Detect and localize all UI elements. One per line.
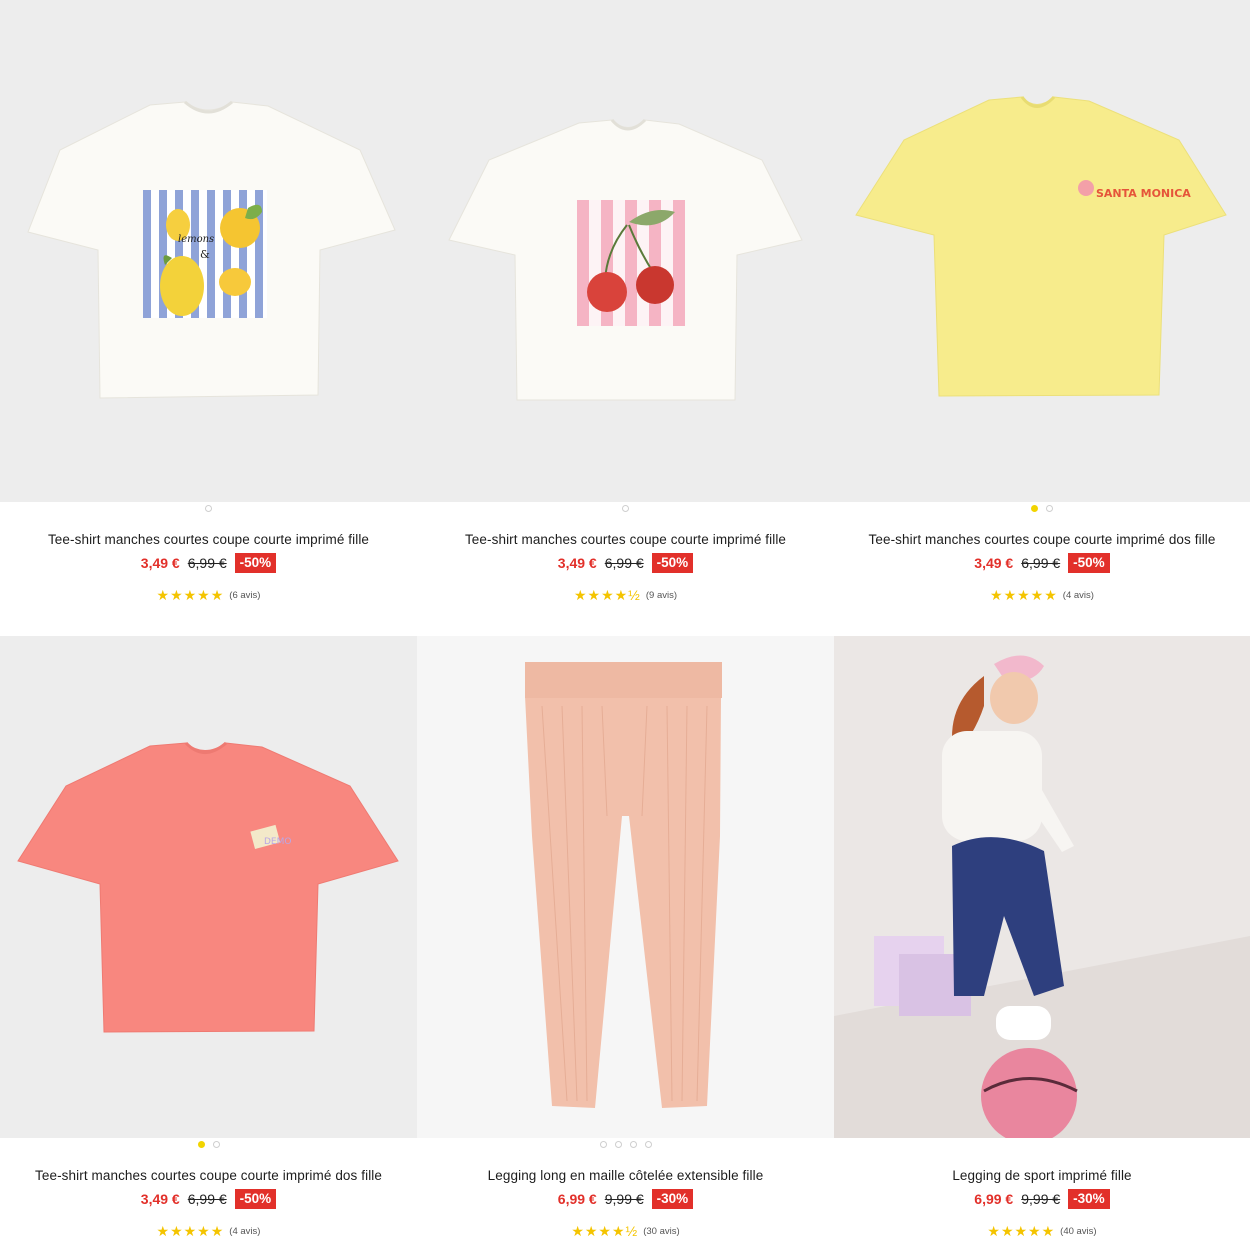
price-row: 6,99 € 9,99 € -30% <box>417 1189 834 1209</box>
carousel-dots <box>417 1141 834 1151</box>
price-row: 6,99 € 9,99 € -30% <box>834 1189 1250 1209</box>
review-count[interactable]: (4 avis) <box>229 1226 260 1237</box>
svg-text:lemons: lemons <box>178 234 214 245</box>
carousel-dot-active[interactable] <box>1031 505 1038 512</box>
current-price: 3,49 € <box>557 555 597 571</box>
discount-badge: -30% <box>1068 1189 1110 1209</box>
original-price: 6,99 € <box>604 555 644 571</box>
product-title[interactable]: Legging de sport imprimé fille <box>834 1166 1250 1186</box>
product-info: Legging long en maille côtelée extensibl… <box>417 1166 834 1239</box>
original-price: 6,99 € <box>187 1191 227 1207</box>
current-price: 6,99 € <box>974 1191 1014 1207</box>
product-info: Tee-shirt manches courtes coupe courte i… <box>0 1166 417 1239</box>
star-rating-icon: ★★★★★ <box>156 587 225 603</box>
star-rating-icon: ★★★★½ <box>571 1223 639 1239</box>
rating: ★★★★½ (9 avis) <box>417 587 834 604</box>
product-info: Tee-shirt manches courtes coupe courte i… <box>417 530 834 604</box>
review-count[interactable]: (4 avis) <box>1063 590 1094 601</box>
product-title[interactable]: Tee-shirt manches courtes coupe courte i… <box>417 530 834 550</box>
product-image[interactable]: SANTA MONICA <box>834 0 1250 502</box>
price-row: 3,49 € 6,99 € -50% <box>834 553 1250 573</box>
product-card[interactable]: Legging de sport imprimé fille 6,99 € 9,… <box>834 636 1250 1239</box>
star-rating-icon: ★★★★★ <box>987 1223 1056 1239</box>
svg-text:DEMO: DEMO <box>264 837 291 847</box>
discount-badge: -50% <box>234 1189 277 1209</box>
price-row: 3,49 € 6,99 € -50% <box>0 1189 417 1209</box>
carousel-dots <box>834 505 1250 515</box>
carousel-dot[interactable] <box>1046 505 1053 512</box>
review-count[interactable]: (40 avis) <box>1060 1226 1096 1237</box>
product-info: Tee-shirt manches courtes coupe courte i… <box>0 530 417 604</box>
cherry-print-tee-image <box>417 0 834 502</box>
product-card[interactable]: Tee-shirt manches courtes coupe courte i… <box>417 0 834 636</box>
product-card[interactable]: lemons & Tee-shirt manches courtes coupe… <box>0 0 417 636</box>
current-price: 3,49 € <box>140 1191 180 1207</box>
star-rating-icon: ★★★★★ <box>156 1223 225 1239</box>
carousel-dot[interactable] <box>212 1141 220 1148</box>
carousel-dots <box>0 505 417 515</box>
rating: ★★★★½ (30 avis) <box>417 1223 834 1239</box>
rating: ★★★★★ (6 avis) <box>0 587 417 604</box>
original-price: 9,99 € <box>1021 1191 1061 1207</box>
discount-badge: -30% <box>651 1189 694 1209</box>
discount-badge: -50% <box>651 553 694 573</box>
carousel-dots <box>0 1141 417 1151</box>
star-rating-icon: ★★★★★ <box>990 587 1058 603</box>
carousel-dot[interactable] <box>205 505 212 512</box>
product-info: Legging de sport imprimé fille 6,99 € 9,… <box>834 1166 1250 1239</box>
price-row: 3,49 € 6,99 € -50% <box>417 553 834 573</box>
pink-tee-image: DEMO <box>0 636 417 1138</box>
current-price: 3,49 € <box>140 555 180 571</box>
product-info: Tee-shirt manches courtes coupe courte i… <box>834 530 1250 604</box>
review-count[interactable]: (30 avis) <box>643 1226 679 1237</box>
star-rating-icon: ★★★★½ <box>573 587 641 603</box>
current-price: 6,99 € <box>557 1191 597 1207</box>
ribbed-legging-image <box>417 636 834 1138</box>
yellow-santa-monica-tee-image: SANTA MONICA <box>834 0 1250 502</box>
product-grid: lemons & Tee-shirt manches courtes coupe… <box>0 0 1250 1239</box>
discount-badge: -50% <box>234 553 277 573</box>
product-card[interactable]: SANTA MONICA Tee-shirt manches courtes c… <box>834 0 1250 636</box>
product-image[interactable]: lemons & <box>0 0 417 502</box>
product-image[interactable] <box>834 636 1250 1138</box>
review-count[interactable]: (9 avis) <box>646 590 677 601</box>
rating: ★★★★★ (40 avis) <box>834 1223 1250 1239</box>
current-price: 3,49 € <box>974 555 1014 571</box>
santa-monica-print: SANTA MONICA <box>1096 187 1191 200</box>
product-card[interactable]: DEMO Tee-shirt manches courtes coupe cou… <box>0 636 417 1239</box>
lemon-print-tee-image: lemons & <box>0 0 417 502</box>
price-row: 3,49 € 6,99 € -50% <box>0 553 417 573</box>
review-count[interactable]: (6 avis) <box>229 590 260 601</box>
original-price: 6,99 € <box>1021 555 1061 571</box>
carousel-dot[interactable] <box>599 1141 607 1148</box>
carousel-dot-active[interactable] <box>197 1141 205 1148</box>
carousel-dot[interactable] <box>614 1141 622 1148</box>
product-title[interactable]: Tee-shirt manches courtes coupe courte i… <box>834 530 1250 550</box>
product-title[interactable]: Legging long en maille côtelée extensibl… <box>417 1166 834 1186</box>
carousel-dot[interactable] <box>622 505 629 512</box>
original-price: 9,99 € <box>604 1191 644 1207</box>
product-image[interactable] <box>417 0 834 502</box>
product-title[interactable]: Tee-shirt manches courtes coupe courte i… <box>0 1166 417 1186</box>
product-card[interactable]: Legging long en maille côtelée extensibl… <box>417 636 834 1239</box>
discount-badge: -50% <box>1068 553 1110 573</box>
rating: ★★★★★ (4 avis) <box>834 587 1250 604</box>
original-price: 6,99 € <box>187 555 227 571</box>
sport-legging-model-image <box>834 636 1250 1138</box>
product-title[interactable]: Tee-shirt manches courtes coupe courte i… <box>0 530 417 550</box>
product-image[interactable] <box>417 636 834 1138</box>
rating: ★★★★★ (4 avis) <box>0 1223 417 1239</box>
carousel-dots <box>417 505 834 515</box>
product-image[interactable]: DEMO <box>0 636 417 1138</box>
carousel-dot[interactable] <box>644 1141 652 1148</box>
carousel-dot[interactable] <box>629 1141 637 1148</box>
svg-text:&: & <box>200 248 210 261</box>
